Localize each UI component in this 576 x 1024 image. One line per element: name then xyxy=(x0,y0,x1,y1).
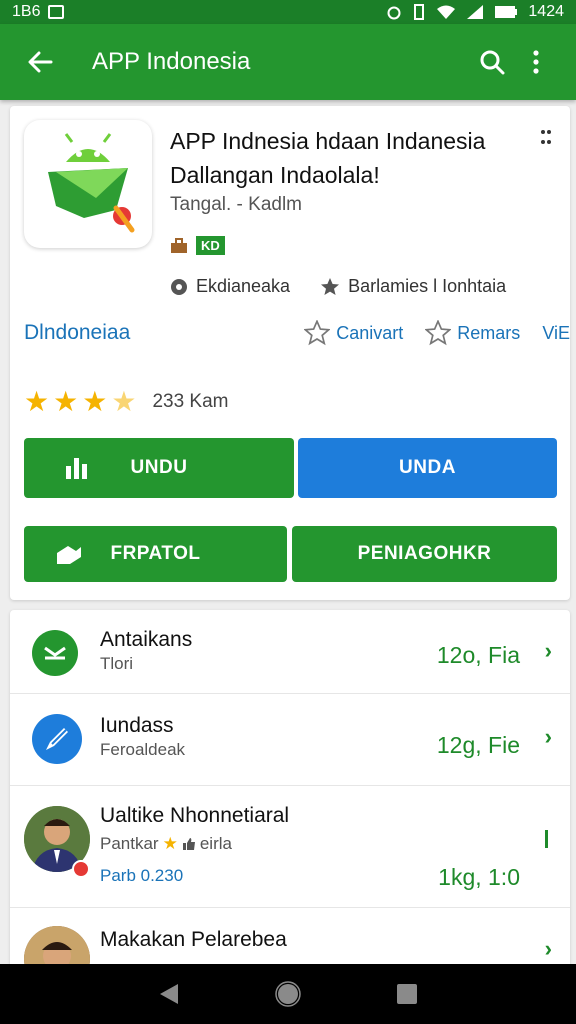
peniagohkr-button[interactable]: PENIAGOHKR xyxy=(292,526,557,582)
list-item[interactable]: Iundass Feroaldeak 12g, Fie › xyxy=(10,694,570,786)
unda-button[interactable]: UNDA xyxy=(298,438,557,498)
frpatol-label: FRPATOL xyxy=(110,543,201,564)
more-vert-icon xyxy=(533,50,539,74)
meta-right-text: Barlamies l Ionhtaia xyxy=(348,276,507,296)
undu-label: UNDU xyxy=(130,457,188,478)
app-title: APP Indnesia hdaan Indanesia Dallangan I… xyxy=(170,128,486,188)
list-item-value: 1kg, 1:0 xyxy=(438,864,520,890)
list-item-sub: Feroaldeak xyxy=(100,740,186,759)
list-item-sub-row: Pantkar ★ eirla xyxy=(100,834,232,854)
alarm-icon xyxy=(387,6,401,20)
status-left-text: 1Β6 xyxy=(12,3,41,20)
list-item-sub2: eirla xyxy=(199,834,232,853)
tab-item-3[interactable]: ViE xyxy=(542,323,570,344)
chevron-right-icon: › xyxy=(544,638,552,663)
bag-icon xyxy=(171,237,187,253)
tab-item-2-label: Remars xyxy=(457,322,521,343)
tabs-row: Dlndoneiaa Canivart Remars ViE xyxy=(24,320,570,346)
tab-item-1-label: Canivart xyxy=(336,322,404,343)
star-full-icon: ★ xyxy=(53,386,79,417)
developer-name[interactable]: Tangal. - Kadlm xyxy=(170,194,302,216)
content-rating-badge: KD xyxy=(196,236,225,255)
search-button[interactable] xyxy=(470,40,514,84)
list-item-sub: Pantkar xyxy=(100,834,159,853)
tab-main[interactable]: Dlndoneiaa xyxy=(24,321,282,345)
more-options-button[interactable] xyxy=(514,40,558,84)
star-outline-icon xyxy=(425,320,452,346)
meta-left-text: Ekdianeaka xyxy=(196,276,291,296)
nav-home-icon[interactable] xyxy=(275,981,301,1007)
back-button[interactable] xyxy=(18,40,62,84)
meta-row: Ekdianeaka Barlamies l Ionhtaia xyxy=(170,276,506,297)
list-item-name: Ualtike Nhonnetiaral xyxy=(100,804,290,827)
star-outline-icon xyxy=(304,320,331,346)
list-item[interactable]: Makakan Pelarebea › xyxy=(10,908,570,970)
list-item-name: Antaikans xyxy=(100,628,193,651)
system-nav-bar xyxy=(0,964,576,1024)
mail-icon xyxy=(44,646,66,660)
star-half-icon: ★ xyxy=(111,386,137,417)
badges-row: KD xyxy=(170,236,225,255)
undu-button[interactable]: UNDU xyxy=(24,438,294,498)
chevron-right-icon: › xyxy=(544,724,552,749)
list-item-sub: Tlori xyxy=(100,654,134,673)
list-item-sub-line2: Parb 0.230 xyxy=(100,866,184,885)
thumbs-up-icon xyxy=(182,838,195,850)
frpatol-button[interactable]: FRPATOL xyxy=(24,526,287,582)
list-card: Antaikans Tlori 12o, Fia › Iundass Feroa… xyxy=(10,610,570,970)
nav-back-icon[interactable] xyxy=(158,982,180,1006)
arrow-back-icon xyxy=(28,51,53,73)
chevron-right-icon xyxy=(545,830,548,848)
chevron-right-icon: › xyxy=(544,936,552,961)
wifi-icon xyxy=(437,5,456,19)
battery-icon xyxy=(495,6,518,18)
status-time: 1424 xyxy=(528,3,564,20)
card-more-button[interactable] xyxy=(540,128,552,146)
tab-item-2[interactable]: Remars xyxy=(425,320,520,346)
notification-icon xyxy=(48,5,65,19)
peniagohkr-label: PENIAGOHKR xyxy=(357,543,492,564)
list-item[interactable]: Antaikans Tlori 12o, Fia › xyxy=(10,610,570,694)
list-item-name: Iundass xyxy=(100,714,174,737)
list-item-name: Makakan Pelarebea xyxy=(100,928,287,951)
avatar xyxy=(32,714,82,764)
flag-icon xyxy=(57,546,81,564)
signal-icon xyxy=(467,5,484,19)
sparkle-icon: ★ xyxy=(162,834,178,853)
unda-label: UNDA xyxy=(399,457,456,478)
star-full-icon: ★ xyxy=(82,386,108,417)
list-item-value: 12g, Fie xyxy=(436,732,520,758)
star-filled-icon xyxy=(321,277,340,295)
bar-chart-icon xyxy=(66,458,87,479)
vibrate-icon xyxy=(414,4,425,20)
rating-row: ★ ★ ★ ★ 233 Kam xyxy=(24,388,228,416)
app-bar: APP Indonesia xyxy=(0,24,576,100)
list-item[interactable]: Ualtike Nhonnetiaral Pantkar ★ eirla Par… xyxy=(10,786,570,908)
star-full-icon: ★ xyxy=(24,386,50,417)
avatar xyxy=(32,630,78,676)
pen-icon xyxy=(46,728,68,750)
app-bar-title: APP Indonesia xyxy=(92,48,251,75)
android-app-icon xyxy=(48,133,135,233)
verified-badge-icon xyxy=(72,860,90,878)
app-icon xyxy=(24,120,152,248)
info-icon xyxy=(171,278,187,295)
more-dots-icon xyxy=(541,130,551,144)
nav-recents-icon[interactable] xyxy=(396,983,418,1005)
app-detail-card: APP Indnesia hdaan Indanesia Dallangan I… xyxy=(10,106,570,600)
search-icon xyxy=(480,50,505,75)
list-item-value: 12o, Fia xyxy=(436,642,520,668)
rating-count: 233 Kam xyxy=(152,391,229,412)
tab-item-1[interactable]: Canivart xyxy=(304,320,403,346)
status-bar: 1Β6 1424 xyxy=(0,0,576,24)
